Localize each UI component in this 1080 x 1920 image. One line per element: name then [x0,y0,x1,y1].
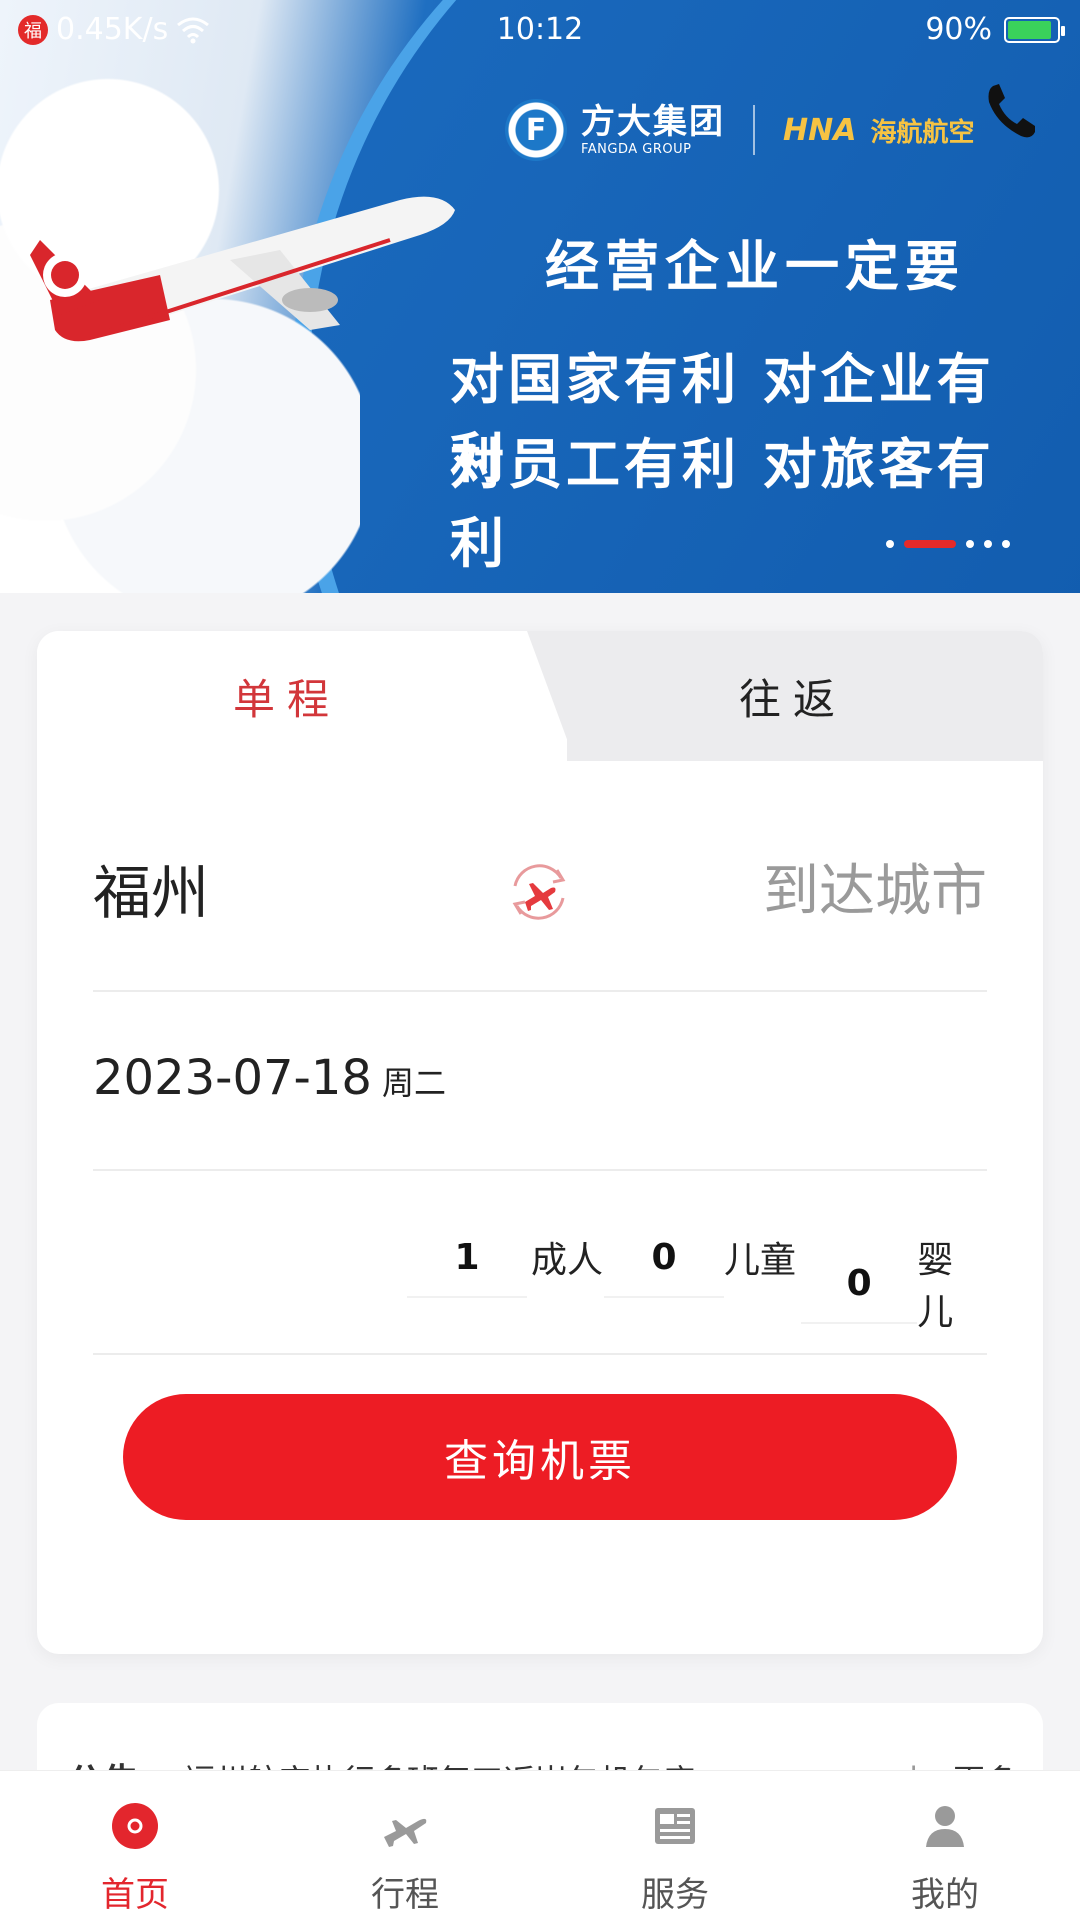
carousel-indicator [886,540,1010,548]
nav-label-service: 服务 [641,1875,709,1915]
child-count-input[interactable]: 0 [604,1237,724,1298]
phone-icon[interactable] [985,80,1037,140]
infant-group: 0 婴儿 [801,1231,987,1355]
passenger-row: 1 成人 0 儿童 0 婴儿 [93,1171,987,1355]
adult-count-input[interactable]: 1 [407,1237,527,1298]
date-row[interactable]: 2023-07-18 周二 [93,992,987,1171]
infant-count-input[interactable]: 0 [801,1263,918,1324]
nav-item-profile[interactable]: 我的 [810,1771,1080,1920]
status-bar: 福 0.45K/s 10:12 90% [0,0,1080,60]
tab-oneway[interactable]: 单程 [37,631,537,761]
clock: 10:12 [496,12,584,47]
user-icon [926,1806,964,1847]
adult-label: 成人 [531,1240,604,1281]
child-label: 儿童 [724,1240,797,1281]
nav-label-profile: 我的 [911,1875,979,1915]
carousel-dot[interactable] [886,540,894,548]
banner-slogan-line1: 经营企业一定要 [545,235,965,298]
plane-icon [384,1818,427,1847]
nav-item-service[interactable]: 服务 [540,1771,810,1920]
hna-logo: HNA [783,112,857,148]
swap-cities-icon[interactable] [503,856,575,928]
bottom-nav: 首页 行程 服务 我的 [0,1770,1080,1920]
battery-icon [1004,16,1065,43]
home-icon [112,1803,158,1849]
search-flights-button[interactable]: 查询机票 [123,1394,957,1520]
departure-date[interactable]: 2023-07-18 [93,1050,372,1106]
service-icon [655,1808,695,1844]
child-group: 0 儿童 [604,1231,796,1303]
flight-search-card: 单程 往返 福州 到达城市 2023-07-18 周二 1 成人 0 儿童 0 婴… [37,631,1043,1654]
nav-label-itinerary: 行程 [371,1875,439,1915]
infant-label: 婴儿 [917,1240,954,1333]
fangda-logo-icon: F [505,99,567,161]
tab-return[interactable]: 往返 [543,631,1043,761]
nav-item-home[interactable]: 首页 [0,1771,270,1920]
banner-airplane-image [30,196,455,342]
banner-slogan-line3: 对员工有利 对旅客有利 [450,433,995,575]
carousel-dot-active[interactable] [904,540,956,548]
carousel-dot[interactable] [984,540,992,548]
banner-brand-row: F 方大集团 FANGDA GROUP HNA 海航航空 [505,95,974,165]
hna-name: 海航航空 [870,117,975,148]
trip-type-tabs: 单程 往返 [37,631,1043,761]
carousel-dot[interactable] [1002,540,1010,548]
battery-percent: 90% [925,12,992,47]
departure-city[interactable]: 福州 [93,846,209,930]
departure-weekday: 周二 [381,1064,446,1102]
promo-banner[interactable]: F 方大集团 FANGDA GROUP HNA 海航航空 经营企业一定要 对国家… [0,0,1080,593]
adult-group: 1 成人 [407,1231,603,1303]
fangda-name-en: FANGDA GROUP [581,141,692,157]
carousel-dot[interactable] [966,540,974,548]
route-row: 福州 到达城市 [93,761,987,992]
nav-item-itinerary[interactable]: 行程 [270,1771,540,1920]
nav-label-home: 首页 [101,1875,169,1915]
brand-divider [753,105,755,155]
fangda-name: 方大集团 [581,101,725,142]
arrival-city-input[interactable]: 到达城市 [763,846,987,927]
